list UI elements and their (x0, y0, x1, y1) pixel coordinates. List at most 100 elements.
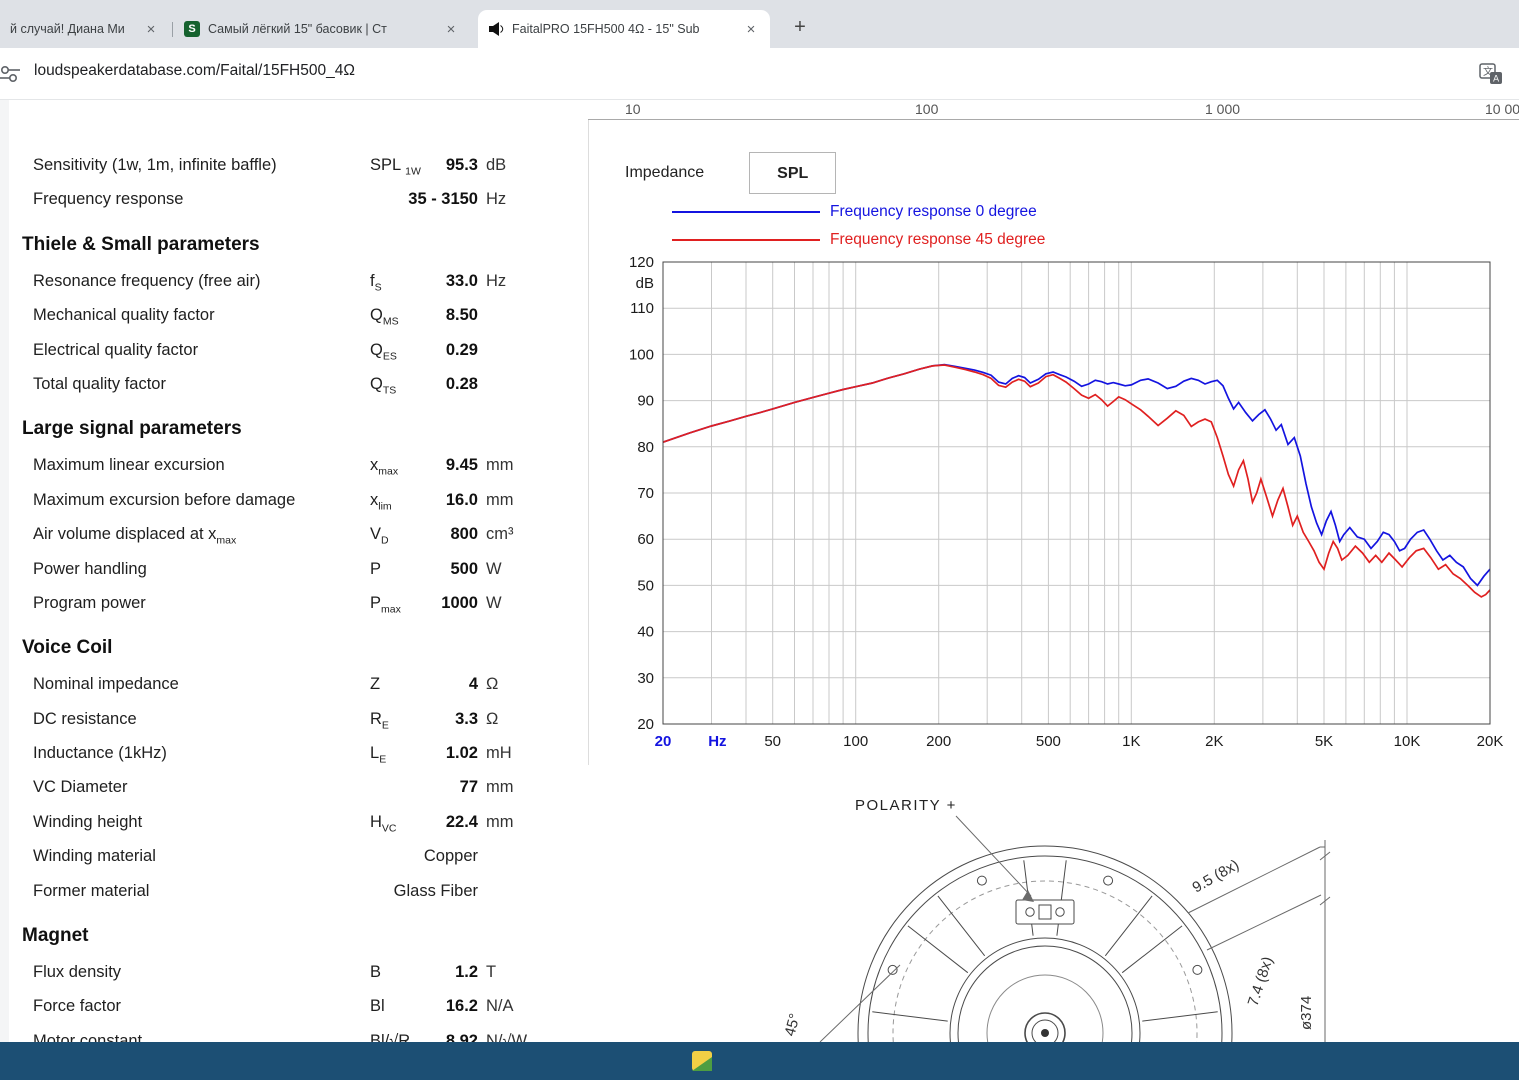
svg-text:20K: 20K (1477, 733, 1504, 750)
speaker-rear-view (819, 815, 1331, 1042)
spec-value: Copper (423, 847, 478, 866)
spec-unit: mm (486, 456, 514, 475)
legend-item: Frequency response 45 degree (672, 226, 1045, 254)
chart-tab-impedance[interactable]: Impedance (598, 152, 731, 194)
page-content[interactable]: Sensitivity (1w, 1m, infinite baffle) SPL… (0, 100, 1519, 1080)
spec-row: Total quality factor QTS 0.28 (22, 367, 567, 401)
browser-tab[interactable]: S Самый лёгкий 15" басовик | Ст × (174, 10, 470, 48)
spec-unit: dB (486, 156, 507, 174)
page-left-gutter (0, 100, 9, 1042)
spec-label: Sensitivity (1w, 1m, infinite baffle) (33, 156, 277, 174)
spec-value: 1.02 (445, 744, 478, 763)
svg-text:20: 20 (637, 716, 654, 733)
taskbar-app-icon[interactable] (692, 1051, 712, 1071)
spec-value: 33.0 (445, 271, 478, 290)
spec-row: Maximum linear excursion xmax 9.45 mm (22, 448, 567, 482)
spec-row: Air volume displaced at xmax VD 800 cm³ (22, 517, 567, 551)
legend-label: Frequency response 45 degree (830, 231, 1046, 248)
spec-value: 16.0 (445, 490, 478, 509)
speaker-drawing-svg: 9.5 (8x) 7.4 (8x) ø374 45° (781, 815, 1331, 1042)
svg-text:2K: 2K (1205, 733, 1223, 750)
spec-value: 800 (450, 525, 478, 544)
spec-label: Power handling (33, 559, 147, 578)
chart-gridlines (663, 262, 1490, 724)
spec-row: Nominal impedance Z 4 Ω (22, 667, 567, 701)
spec-value: 77 (459, 778, 478, 797)
spec-label: Resonance frequency (free air) (33, 271, 261, 290)
spec-value: 16.2 (445, 997, 478, 1016)
spec-unit: mm (486, 778, 514, 797)
spec-label: Flux density (33, 963, 122, 982)
spec-unit: Hz (486, 271, 507, 290)
svg-text:30: 30 (637, 670, 654, 687)
spec-row: Winding material Copper (22, 839, 567, 873)
tab-close-icon[interactable]: × (442, 21, 460, 38)
legend-line-swatch (672, 239, 820, 241)
tab-title: Самый лёгкий 15" басовик | Ст (208, 22, 387, 36)
dim-label-diameter: ø374 (1298, 996, 1315, 1030)
svg-text:dB: dB (636, 275, 654, 292)
svg-text:70: 70 (637, 485, 654, 502)
spec-label: VC Diameter (33, 778, 128, 797)
tab-close-icon[interactable]: × (742, 21, 760, 38)
spec-label: Program power (33, 593, 146, 612)
spec-section-heading: Voice Coil (22, 637, 113, 659)
svg-text:10K: 10K (1394, 733, 1421, 750)
chart-tab-spl[interactable]: SPL (749, 152, 837, 194)
svg-text:100: 100 (843, 733, 868, 750)
svg-text:200: 200 (926, 733, 951, 750)
series-frequency-response-45-degree (663, 364, 1490, 598)
url-bar[interactable]: loudspeakerdatabase.com/Faital/15FH500_4… (34, 62, 355, 80)
browser-tab[interactable]: й случай! Диана Ми × (0, 10, 170, 48)
spec-row: Maximum excursion before damage xlim 16.0 m… (22, 483, 567, 517)
spoke-lines (872, 860, 1218, 1022)
spec-unit: Hz (486, 190, 507, 209)
spec-row: VC Diameter 77 mm (22, 770, 567, 804)
spec-value: 4 (468, 675, 478, 694)
legend-item: Frequency response 0 degree (672, 198, 1045, 226)
spec-unit: T (486, 963, 497, 982)
spec-value: 1000 (441, 593, 478, 612)
spec-unit: mm (486, 490, 514, 509)
tab-close-icon[interactable]: × (142, 21, 160, 38)
chart-curves (663, 363, 1490, 598)
svg-text:50: 50 (637, 577, 654, 594)
spec-unit: cm³ (486, 525, 514, 544)
svg-text:1K: 1K (1122, 733, 1140, 750)
tab-strip: й случай! Диана Ми × S Самый лёгкий 15" бас… (0, 0, 1519, 48)
dimension-labels: 9.5 (8x) 7.4 (8x) ø374 45° (781, 856, 1315, 1038)
taskbar (0, 1042, 1519, 1080)
spec-value: 1.2 (455, 963, 478, 982)
browser-tab[interactable]: FaitalPRO 15FH500 4Ω - 15" Sub × (478, 10, 770, 48)
chart-tabs: Impedance SPL (598, 152, 837, 194)
spec-section-heading: Large signal parameters (22, 418, 242, 440)
dim-label-45deg: 45° (781, 1012, 803, 1038)
legend-line-swatch (672, 211, 820, 213)
chart-axis-labels: 120 110 100 90 80 70 60 50 40 30 20 dB 20 Hz 50 100 200 5… (629, 254, 1503, 750)
spec-unit: mm (486, 812, 514, 831)
speaker-favicon (488, 21, 504, 37)
scrolled-axis-label: 10 000 (1485, 101, 1519, 117)
tab-title: й случай! Диана Ми (10, 22, 125, 36)
spec-label: Winding height (33, 812, 143, 831)
spec-row: Mechanical quality factor QMS 8.50 (22, 298, 567, 332)
tab-title: FaitalPRO 15FH500 4Ω - 15" Sub (512, 22, 700, 36)
site-info-icon[interactable] (0, 62, 22, 86)
spec-unit: Ω (486, 709, 499, 728)
svg-text:120: 120 (629, 254, 654, 271)
dimension-lines (819, 815, 1331, 1042)
spec-row: Force factor Bl 16.2 N/A (22, 989, 567, 1023)
address-toolbar: loudspeakerdatabase.com/Faital/15FH500_4… (0, 48, 1519, 100)
svg-text:50: 50 (764, 733, 781, 750)
new-tab-button[interactable]: + (786, 14, 814, 42)
spec-unit: N/A (486, 997, 514, 1016)
hub (1024, 1012, 1066, 1042)
svg-text:110: 110 (630, 300, 654, 317)
svg-text:60: 60 (637, 531, 654, 548)
spec-label: Total quality factor (33, 374, 166, 393)
chart-legend: Frequency response 0 degree Frequency res… (672, 198, 1045, 254)
spec-row: Frequency response 35 - 3150 Hz (22, 182, 567, 216)
spec-row: DC resistance RE 3.3 Ω (22, 702, 567, 736)
spec-unit: Ω (486, 675, 499, 694)
translate-icon[interactable]: 文 A (1478, 62, 1504, 86)
